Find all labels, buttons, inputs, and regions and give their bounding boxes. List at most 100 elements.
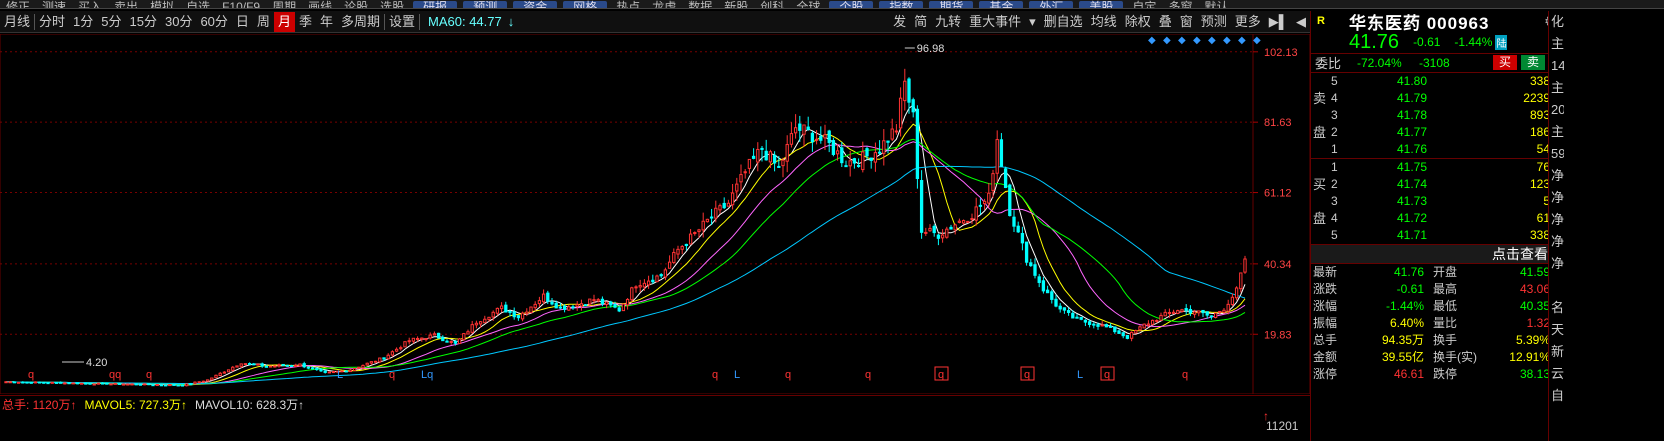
menu-item[interactable]: 周期 [266, 1, 302, 8]
event-marker[interactable]: q [1024, 369, 1030, 381]
tab-period[interactable]: 月 [273, 11, 295, 32]
tool-button[interactable]: 除权 [1121, 12, 1155, 32]
menu-button[interactable]: 研报 [413, 1, 458, 8]
menu-item[interactable]: 修正 [0, 1, 36, 8]
event-marker[interactable]: Lq [421, 369, 433, 381]
event-marker[interactable]: q [146, 369, 152, 381]
detail-view-link[interactable]: 点击查看 [1311, 244, 1564, 264]
back-icon[interactable]: ◀ [1292, 12, 1310, 32]
event-marker[interactable]: qq [109, 369, 121, 381]
menu-button[interactable]: 资金 [513, 1, 558, 8]
event-marker[interactable]: q [865, 369, 871, 381]
tool-button[interactable]: 九转 [931, 12, 965, 32]
tab-period[interactable]: 15分 [126, 12, 161, 32]
menu-item[interactable]: 数据 [682, 1, 718, 8]
candle-body [873, 152, 878, 163]
side-strip-item[interactable]: 主 [1549, 121, 1564, 143]
tool-button[interactable]: 均线 [1087, 12, 1121, 32]
buy-button[interactable]: 买 [1493, 55, 1517, 70]
menu-button[interactable]: 网格 [563, 1, 608, 8]
event-marker[interactable]: q [1182, 369, 1188, 381]
tool-button[interactable]: 更多 [1231, 12, 1265, 32]
expand-icon[interactable]: ▶▌ [1265, 12, 1292, 32]
menu-item[interactable]: 自选 [180, 1, 216, 8]
side-strip-item[interactable]: 净 [1549, 165, 1564, 187]
tool-button[interactable]: 简 [910, 12, 931, 32]
menu-item[interactable]: 默认 [1198, 1, 1234, 8]
sell-button[interactable]: 卖 [1521, 55, 1545, 70]
menu-item[interactable]: 卖出 [108, 1, 144, 8]
tab-period[interactable]: 年 [316, 12, 337, 32]
side-strip-item[interactable]: 主 [1549, 33, 1564, 55]
menu-item[interactable]: 测速 [36, 1, 72, 8]
tool-button[interactable]: ▾ [1025, 12, 1040, 32]
tab-period[interactable]: 季 [295, 12, 316, 32]
menu-item[interactable]: 创科 [754, 1, 790, 8]
tool-button[interactable]: 预测 [1197, 12, 1231, 32]
menu-button[interactable]: 预测 [463, 1, 508, 8]
side-strip-item[interactable]: 化 [1549, 11, 1564, 33]
menu-item[interactable]: 画线 [302, 1, 338, 8]
side-strip-item[interactable]: 新 [1549, 341, 1564, 363]
side-strip-item[interactable]: 14 [1549, 55, 1564, 77]
kline-chart[interactable]: 102.13 81.63 61.12 40.34 19.83 ◆ ◆ ◆ ◆ ◆ ◆ ◆ ◆ 96.9… [0, 34, 1310, 394]
event-marker[interactable]: q [389, 369, 395, 381]
menu-item[interactable]: 自定 [1126, 1, 1162, 8]
event-marker[interactable]: q [28, 369, 34, 381]
event-marker[interactable]: L [1077, 369, 1083, 381]
side-strip-item[interactable]: 天 [1549, 319, 1564, 341]
side-strip-item[interactable]: 净 [1549, 187, 1564, 209]
tool-button[interactable]: 删自选 [1040, 12, 1087, 32]
menu-button[interactable]: 基金 [979, 1, 1024, 8]
tab-period[interactable]: 60分 [196, 12, 231, 32]
event-marker[interactable]: q [938, 369, 944, 381]
event-marker[interactable]: L [734, 369, 740, 381]
event-marker[interactable]: L [337, 369, 343, 381]
menu-item[interactable]: 龙虎 [646, 1, 682, 8]
side-strip-item[interactable]: 净 [1549, 231, 1564, 253]
side-strip-item[interactable]: 净 [1549, 209, 1564, 231]
candle-body [634, 286, 638, 289]
side-strip-item[interactable]: 主 [1549, 77, 1564, 99]
side-strip-item[interactable] [1549, 275, 1564, 297]
menu-item[interactable]: F10/F9 [216, 1, 266, 8]
menu-button[interactable]: 外汇 [1029, 1, 1074, 8]
menu-item[interactable]: 选股 [374, 1, 410, 8]
menu-item[interactable]: 热点 [610, 1, 646, 8]
menu-item[interactable]: 新股 [718, 1, 754, 8]
menu-button[interactable]: 期货 [929, 1, 974, 8]
tool-button[interactable]: 叠 [1155, 12, 1176, 32]
menu-item[interactable]: 论股 [338, 1, 374, 8]
tab-period[interactable]: 1分 [69, 12, 97, 32]
side-strip-item[interactable]: 59 [1549, 143, 1564, 165]
menu-button[interactable]: 个股 [829, 1, 874, 8]
menu-item[interactable]: 模拟 [144, 1, 180, 8]
event-marker[interactable]: q [712, 369, 718, 381]
event-marker[interactable]: q [785, 369, 791, 381]
candle-body [1108, 325, 1113, 328]
side-strip-item[interactable]: 云 [1549, 363, 1564, 385]
candle-body [1041, 280, 1046, 292]
tool-button[interactable]: 窗 [1176, 12, 1197, 32]
side-strip-item[interactable]: 自 [1549, 385, 1564, 407]
menu-item[interactable]: 全球 [790, 1, 826, 8]
event-marker[interactable]: q [1104, 369, 1110, 381]
tab-period[interactable]: 多周期 [337, 12, 384, 32]
tab-period[interactable]: 周 [253, 12, 274, 32]
chart-type-label[interactable]: 月线 [0, 12, 34, 32]
tool-button[interactable]: 重大事件 [965, 12, 1025, 32]
side-strip-item[interactable]: 名 [1549, 297, 1564, 319]
tab-period[interactable]: 日 [232, 12, 253, 32]
bid-level: 5 [1331, 228, 1338, 242]
settings-button[interactable]: 设置 [385, 12, 419, 32]
tab-period[interactable]: 30分 [161, 12, 196, 32]
menu-item[interactable]: 买入 [72, 1, 108, 8]
side-strip-item[interactable]: 20 [1549, 99, 1564, 121]
side-strip-item[interactable]: 净 [1549, 253, 1564, 275]
menu-item[interactable]: 多窗 [1162, 1, 1198, 8]
tool-button[interactable]: 发 [889, 12, 910, 32]
tab-period[interactable]: 5分 [97, 12, 125, 32]
menu-button[interactable]: 指数 [879, 1, 924, 8]
tab-period[interactable]: 分时 [35, 12, 69, 32]
menu-button[interactable]: 美股 [1079, 1, 1124, 8]
